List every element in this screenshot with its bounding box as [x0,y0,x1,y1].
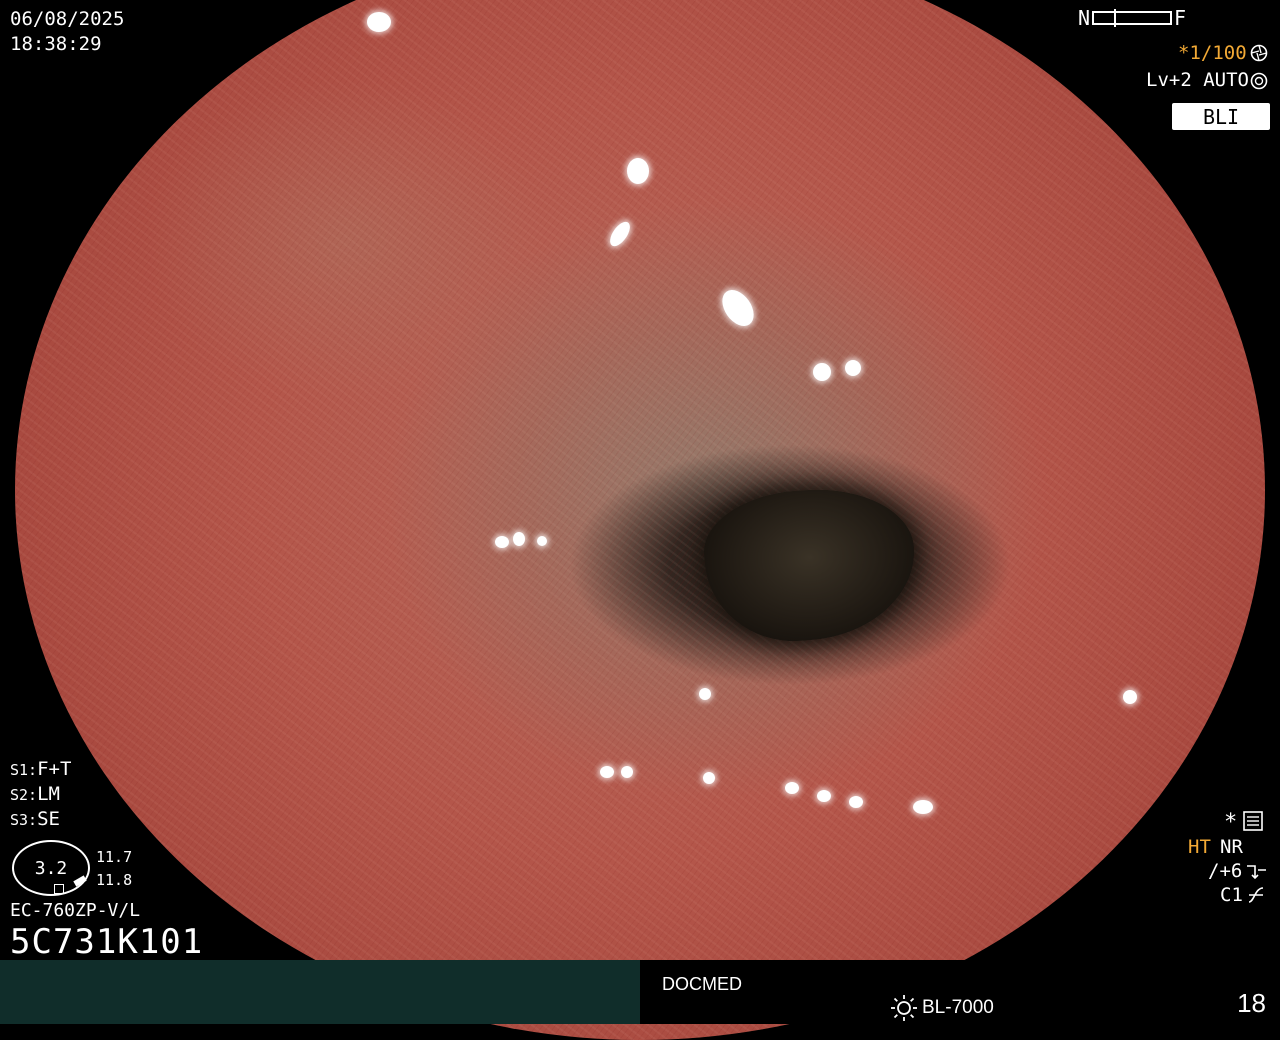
menu-settings-icon [1243,811,1263,831]
setting-s3: S3:SE [10,810,60,829]
focus-near-label: N [1078,6,1091,30]
glare-spot [817,790,831,802]
glare-spot [627,158,649,184]
gauge-value: 3.2 [34,858,68,879]
curve-icon [1248,887,1264,903]
glare-spot [845,360,861,376]
aperture-icon [1250,72,1268,90]
focus-indicator: N F [1078,6,1186,30]
gauge-top-value: 11.7 [96,848,133,866]
institution-label: DOCMED [662,974,742,994]
image-number: 18 [1237,988,1266,1018]
glare-spot [703,772,715,784]
shutter-readout: *1/100 [1178,44,1247,63]
exposure-mode: AUTO [1203,69,1249,91]
mode-badge: BLI [1172,103,1270,130]
bottom-bar-right-panel: DOCMED BL-7000 18 [640,960,1280,1024]
light-source-label: BL-7000 [922,997,994,1018]
light-source: BL-7000 [890,994,994,1022]
glare-spot [1123,690,1137,704]
endoscopy-image [15,0,1265,1040]
nr-label: NR [1220,836,1243,858]
glare-spot [849,796,863,808]
time-label: 18:38:29 [10,33,102,55]
shutter-prefix: * [1178,42,1190,64]
glare-spot [621,766,633,778]
glare-spot [699,688,711,700]
insertion-gauge: 3.2 [12,840,90,896]
shutter-value: 1/100 [1189,42,1247,64]
setting-s2-key: S2: [10,786,38,804]
sun-icon [891,995,917,1021]
mucosa-texture [15,0,1265,1040]
glare-spot [513,532,525,546]
level-readout: Lv+2 AUTO [1146,71,1249,90]
bottom-bar: DOCMED BL-7000 18 [0,960,1280,1024]
glare-spot [495,536,509,548]
focus-far-label: F [1174,6,1187,30]
setting-s3-value: SE [37,808,60,830]
gauge-tick [54,884,64,894]
c1-label: C1 [1220,884,1243,906]
level-value: Lv+2 [1146,69,1192,91]
iris-icon [1250,44,1268,62]
glare-spot [785,782,799,794]
setting-s1-value: F+T [37,758,72,780]
glare-spot [600,766,614,778]
enhance-arrow-icon [1247,865,1266,880]
date-label: 06/08/2025 [10,8,125,30]
setting-s1-key: S1: [10,761,38,779]
gauge-bottom-value: 11.8 [96,871,133,889]
scope-serial: 5C731K101 [10,922,204,962]
setting-s2: S2:LM [10,785,60,804]
setting-s1: S1:F+T [10,760,71,779]
ht-label: HT [1188,836,1211,858]
bottom-bar-left-panel [0,960,640,1024]
glare-spot [913,800,933,814]
glare-spot [813,363,831,381]
setting-s2-value: LM [37,783,60,805]
star-marker: * [1224,810,1238,835]
glare-spot [367,12,391,32]
setting-s3-key: S3: [10,811,38,829]
enhance-level: /+6 [1208,860,1243,882]
glare-spot [537,536,547,546]
focus-bar [1092,9,1173,27]
scope-model: EC-760ZP-V/L [10,900,141,921]
